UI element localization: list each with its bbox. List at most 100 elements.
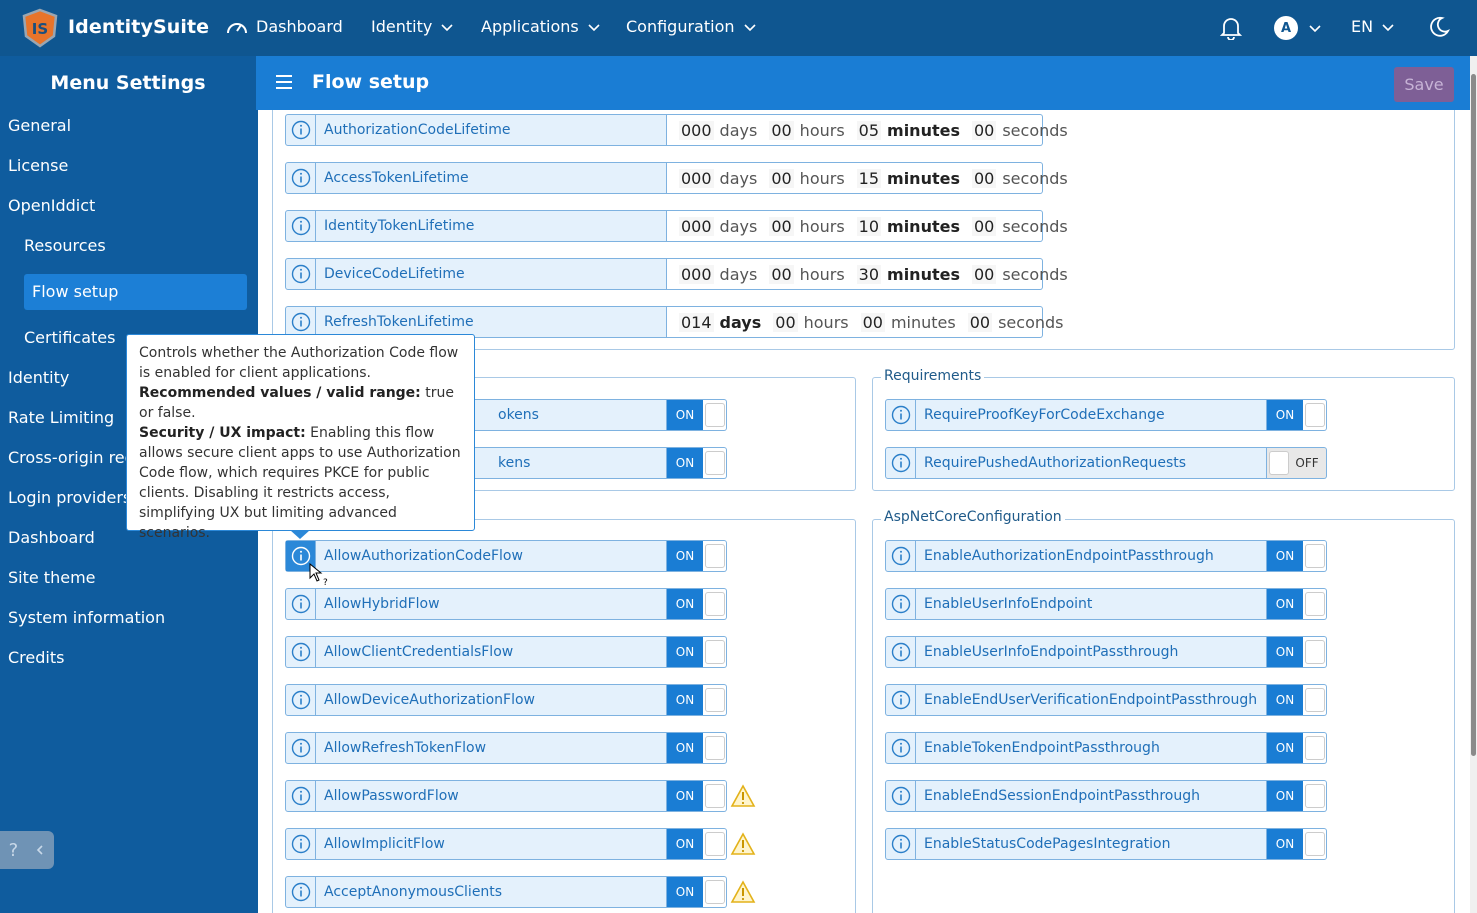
- sidebar-item-license[interactable]: License: [8, 148, 68, 184]
- save-button[interactable]: Save: [1394, 67, 1454, 102]
- info-circle-icon: [291, 594, 310, 614]
- duration-input[interactable]: 000 days 00 hours 10 minutes 00 seconds: [667, 210, 1068, 242]
- minutes-unit: minutes: [887, 168, 960, 188]
- help-toggle-button[interactable]: ?: [0, 831, 54, 869]
- sidebar-item-openiddict[interactable]: OpenIddict: [8, 188, 95, 224]
- toggle-switch[interactable]: ON: [1267, 636, 1327, 668]
- sidebar-item-resources[interactable]: Resources: [24, 228, 106, 264]
- info-icon[interactable]: [286, 307, 316, 337]
- info-icon[interactable]: [286, 211, 316, 241]
- info-icon[interactable]: [286, 259, 316, 289]
- toggle-switch[interactable]: ON: [1267, 684, 1327, 716]
- toggle-switch[interactable]: ON: [667, 828, 727, 860]
- sidebar-item-cross-origin[interactable]: Cross-origin req: [8, 440, 135, 476]
- toggle-switch[interactable]: ON: [1267, 399, 1327, 431]
- user-avatar[interactable]: A: [1274, 16, 1298, 40]
- info-icon[interactable]: [886, 400, 916, 430]
- duration-input[interactable]: 000 days 00 hours 05 minutes 00 seconds: [667, 114, 1068, 146]
- sidebar-item-system-information[interactable]: System information: [8, 600, 165, 636]
- info-icon[interactable]: [886, 448, 916, 478]
- minutes-value[interactable]: 00: [860, 312, 885, 332]
- bell-icon[interactable]: [1220, 16, 1242, 40]
- info-icon[interactable]: [886, 685, 916, 715]
- sidebar-item-dashboard[interactable]: Dashboard: [8, 520, 95, 556]
- info-icon[interactable]: [286, 163, 316, 193]
- moon-icon[interactable]: [1428, 16, 1450, 38]
- sidebar-item-site-theme[interactable]: Site theme: [8, 560, 96, 596]
- language-selector[interactable]: EN: [1351, 17, 1395, 36]
- sidebar-item-credits[interactable]: Credits: [8, 640, 64, 676]
- toggle-switch[interactable]: ON: [667, 540, 727, 572]
- minutes-value[interactable]: 05: [856, 120, 882, 140]
- seconds-value[interactable]: 00: [967, 312, 993, 332]
- info-icon[interactable]: [286, 589, 316, 619]
- sidebar-item-login-providers[interactable]: Login providers: [8, 480, 131, 516]
- days-value[interactable]: 000: [679, 216, 714, 236]
- toggle-switch[interactable]: ON: [667, 636, 727, 668]
- chevron-down-icon[interactable]: [1308, 21, 1322, 35]
- hours-value[interactable]: 00: [769, 168, 794, 188]
- toggle-switch[interactable]: ON: [1267, 780, 1327, 812]
- identitysuite-logo-icon[interactable]: IS: [20, 8, 60, 48]
- days-value[interactable]: 000: [679, 120, 714, 140]
- minutes-unit: minutes: [890, 312, 956, 332]
- toggle-switch[interactable]: ON: [667, 588, 727, 620]
- toggle-switch[interactable]: ON: [667, 684, 727, 716]
- toggle-switch[interactable]: ON: [1267, 588, 1327, 620]
- info-icon[interactable]: [286, 877, 316, 907]
- info-icon[interactable]: [886, 781, 916, 811]
- info-icon[interactable]: [886, 637, 916, 667]
- info-icon[interactable]: [286, 733, 316, 763]
- toggle-switch[interactable]: ON: [667, 399, 727, 431]
- toggle-switch[interactable]: ON: [1267, 732, 1327, 764]
- days-value[interactable]: 014: [679, 312, 714, 332]
- toggle-switch[interactable]: ON: [667, 780, 727, 812]
- toggle-switch[interactable]: ON: [667, 447, 727, 479]
- duration-input[interactable]: 000 days 00 hours 15 minutes 00 seconds: [667, 162, 1068, 194]
- seconds-value[interactable]: 00: [971, 216, 997, 236]
- minutes-value[interactable]: 30: [856, 264, 882, 284]
- nav-identity[interactable]: Identity: [371, 17, 454, 36]
- sidebar-item-rate-limiting[interactable]: Rate Limiting: [8, 400, 114, 436]
- info-icon[interactable]: [886, 733, 916, 763]
- toggle-switch[interactable]: ON: [1267, 540, 1327, 572]
- toggle-switch[interactable]: ON: [667, 732, 727, 764]
- nav-dashboard[interactable]: Dashboard: [226, 17, 343, 36]
- days-value[interactable]: 000: [679, 168, 714, 188]
- minutes-value[interactable]: 10: [856, 216, 882, 236]
- seconds-value[interactable]: 00: [971, 168, 997, 188]
- toggle-state: ON: [667, 781, 703, 811]
- sidebar-item-certificates[interactable]: Certificates: [24, 320, 115, 356]
- info-icon[interactable]: [886, 829, 916, 859]
- minutes-value[interactable]: 15: [856, 168, 882, 188]
- duration-input[interactable]: 014 days 00 hours 00 minutes 00 seconds: [667, 306, 1064, 338]
- sidebar-item-identity[interactable]: Identity: [8, 360, 69, 396]
- hamburger-menu-icon[interactable]: [276, 75, 292, 89]
- info-icon[interactable]: [886, 589, 916, 619]
- nav-configuration[interactable]: Configuration: [626, 17, 757, 36]
- toggle-switch[interactable]: ON: [1267, 828, 1327, 860]
- info-icon[interactable]: [286, 115, 316, 145]
- duration-input[interactable]: 000 days 00 hours 30 minutes 00 seconds: [667, 258, 1068, 290]
- seconds-value[interactable]: 00: [971, 120, 997, 140]
- scrollbar-thumb[interactable]: [1471, 74, 1476, 756]
- nav-applications[interactable]: Applications: [481, 17, 601, 36]
- hours-value[interactable]: 00: [773, 312, 798, 332]
- hours-value[interactable]: 00: [769, 264, 794, 284]
- info-icon[interactable]: [886, 541, 916, 571]
- flow-label: AllowPasswordFlow: [285, 780, 667, 812]
- toggle-switch[interactable]: OFF: [1267, 447, 1327, 479]
- hours-value[interactable]: 00: [769, 216, 794, 236]
- info-icon[interactable]: [286, 781, 316, 811]
- info-icon[interactable]: [286, 637, 316, 667]
- days-value[interactable]: 000: [679, 264, 714, 284]
- toggle-switch[interactable]: ON: [667, 876, 727, 908]
- brand-name[interactable]: IdentitySuite: [68, 16, 209, 38]
- sidebar-item-general[interactable]: General: [8, 108, 71, 144]
- info-icon[interactable]: [286, 685, 316, 715]
- info-icon[interactable]: [286, 829, 316, 859]
- days-unit: days: [719, 264, 758, 284]
- seconds-value[interactable]: 00: [971, 264, 997, 284]
- sidebar-item-flow-setup[interactable]: Flow setup: [24, 274, 247, 310]
- hours-value[interactable]: 00: [769, 120, 794, 140]
